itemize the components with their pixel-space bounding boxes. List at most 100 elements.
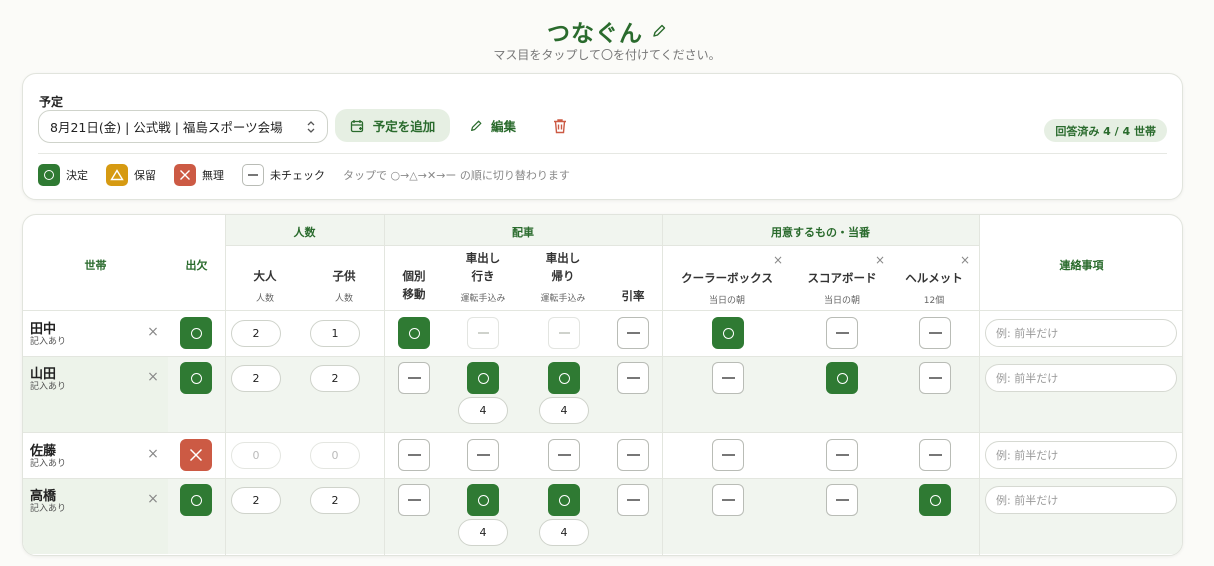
answered-count-badge: 回答済み 4 / 4 世帯 bbox=[1044, 119, 1167, 142]
edit-schedule-label: 編集 bbox=[491, 119, 517, 134]
note-input[interactable]: 例: 前半だけ bbox=[985, 319, 1177, 347]
drive-go-seats-input[interactable]: 4 bbox=[458, 397, 508, 424]
scoreboard-toggle[interactable] bbox=[826, 317, 858, 349]
column-notes: 連絡事項 bbox=[1059, 259, 1104, 272]
remove-household-icon[interactable]: × bbox=[147, 325, 159, 339]
column-drive-go-2: 行き bbox=[471, 269, 495, 283]
column-kids-sub: 人数 bbox=[334, 294, 353, 304]
attendance-toggle[interactable] bbox=[180, 362, 212, 394]
cooler-toggle[interactable] bbox=[712, 362, 744, 394]
remove-column-icon[interactable]: × bbox=[875, 254, 885, 266]
circle-icon bbox=[477, 494, 489, 506]
lead-toggle[interactable] bbox=[617, 484, 649, 516]
schedule-select[interactable]: 8月21日(金) | 公式戦 | 福島スポーツ会場 bbox=[38, 110, 328, 143]
drive-go-toggle[interactable] bbox=[467, 439, 499, 471]
drive-go-toggle[interactable] bbox=[467, 484, 499, 516]
adults-input[interactable]: 2 bbox=[231, 487, 281, 514]
scoreboard-toggle[interactable] bbox=[826, 439, 858, 471]
circle-icon bbox=[558, 494, 570, 506]
app-title: つなぐん bbox=[547, 21, 643, 47]
dash-icon bbox=[557, 454, 571, 456]
attendance-toggle[interactable] bbox=[180, 317, 212, 349]
adults-input[interactable]: 0 bbox=[231, 442, 281, 469]
circle-icon bbox=[408, 327, 420, 339]
row-divider bbox=[23, 310, 1182, 311]
legend-item-ng: 無理 bbox=[174, 164, 224, 186]
drive-go-toggle[interactable] bbox=[467, 362, 499, 394]
helmet-toggle[interactable] bbox=[919, 439, 951, 471]
note-input[interactable]: 例: 前半だけ bbox=[985, 486, 1177, 514]
drive-go-seats-input[interactable]: 4 bbox=[458, 519, 508, 546]
adults-input[interactable]: 2 bbox=[231, 365, 281, 392]
calendar-add-icon bbox=[350, 119, 363, 132]
dash-icon bbox=[626, 454, 640, 456]
circle-icon bbox=[190, 494, 202, 506]
divider bbox=[38, 153, 1167, 154]
column-drive-go: 車出し bbox=[465, 251, 501, 265]
dash-icon bbox=[835, 454, 849, 456]
helmet-toggle[interactable] bbox=[919, 484, 951, 516]
drive-back-toggle[interactable] bbox=[548, 439, 580, 471]
remove-household-icon[interactable]: × bbox=[147, 370, 159, 384]
remove-column-icon[interactable]: × bbox=[960, 254, 970, 266]
note-input[interactable]: 例: 前半だけ bbox=[985, 441, 1177, 469]
kids-input[interactable]: 2 bbox=[310, 365, 360, 392]
dash-icon bbox=[721, 499, 735, 501]
dash-icon bbox=[558, 332, 570, 334]
lead-toggle[interactable] bbox=[617, 439, 649, 471]
dash-icon bbox=[407, 377, 421, 379]
column-adults: 大人 bbox=[253, 269, 277, 283]
legend-item-hold: 保留 bbox=[106, 164, 156, 186]
helmet-toggle[interactable] bbox=[919, 362, 951, 394]
scoreboard-toggle[interactable] bbox=[826, 484, 858, 516]
individual-toggle[interactable] bbox=[398, 484, 430, 516]
column-helmet: ヘルメット bbox=[905, 271, 963, 285]
edit-schedule-button[interactable]: 編集 bbox=[469, 109, 529, 142]
add-schedule-button[interactable]: 予定を追加 bbox=[335, 109, 450, 142]
drive-back-seats-input[interactable]: 4 bbox=[539, 519, 589, 546]
adults-input[interactable]: 2 bbox=[231, 320, 281, 347]
cross-icon bbox=[189, 448, 203, 462]
drive-back-toggle[interactable] bbox=[548, 362, 580, 394]
column-scoreboard-sub: 当日の朝 bbox=[823, 296, 860, 306]
cooler-toggle[interactable] bbox=[712, 439, 744, 471]
column-helmet-sub: 12個 bbox=[923, 296, 945, 306]
circle-icon bbox=[558, 372, 570, 384]
note-input[interactable]: 例: 前半だけ bbox=[985, 364, 1177, 392]
column-individual: 個別 bbox=[402, 269, 426, 283]
individual-toggle[interactable] bbox=[398, 439, 430, 471]
remove-column-icon[interactable]: × bbox=[773, 254, 783, 266]
scoreboard-toggle[interactable] bbox=[826, 362, 858, 394]
drive-back-toggle[interactable] bbox=[548, 484, 580, 516]
kids-input[interactable]: 0 bbox=[310, 442, 360, 469]
dash-icon bbox=[835, 332, 849, 334]
cooler-toggle[interactable] bbox=[712, 317, 744, 349]
circle-icon bbox=[190, 372, 202, 384]
lead-toggle[interactable] bbox=[617, 362, 649, 394]
helmet-toggle[interactable] bbox=[919, 317, 951, 349]
schedule-card: 予定 8月21日(金) | 公式戦 | 福島スポーツ会場 予定を追加 編集 回答… bbox=[22, 73, 1183, 200]
drive-go-toggle bbox=[467, 317, 499, 349]
column-scoreboard: スコアボード bbox=[807, 271, 877, 285]
column-drive-back-sub: 運転手込み bbox=[540, 294, 586, 304]
circle-icon bbox=[722, 327, 734, 339]
row-divider bbox=[23, 432, 1182, 433]
kids-input[interactable]: 1 bbox=[310, 320, 360, 347]
individual-toggle[interactable] bbox=[398, 362, 430, 394]
row-divider bbox=[23, 478, 1182, 479]
remove-household-icon[interactable]: × bbox=[147, 492, 159, 506]
column-individual-2: 移動 bbox=[402, 287, 426, 301]
attendance-toggle[interactable] bbox=[180, 484, 212, 516]
pencil-icon[interactable] bbox=[651, 23, 667, 39]
lead-toggle[interactable] bbox=[617, 317, 649, 349]
household-status: 記入あり bbox=[30, 459, 67, 469]
drive-back-seats-input[interactable]: 4 bbox=[539, 397, 589, 424]
kids-input[interactable]: 2 bbox=[310, 487, 360, 514]
attendance-toggle[interactable] bbox=[180, 439, 212, 471]
cooler-toggle[interactable] bbox=[712, 484, 744, 516]
trash-icon[interactable] bbox=[551, 117, 569, 135]
remove-household-icon[interactable]: × bbox=[147, 447, 159, 461]
dash-icon bbox=[721, 377, 735, 379]
column-household: 世帯 bbox=[84, 259, 107, 272]
individual-toggle[interactable] bbox=[398, 317, 430, 349]
